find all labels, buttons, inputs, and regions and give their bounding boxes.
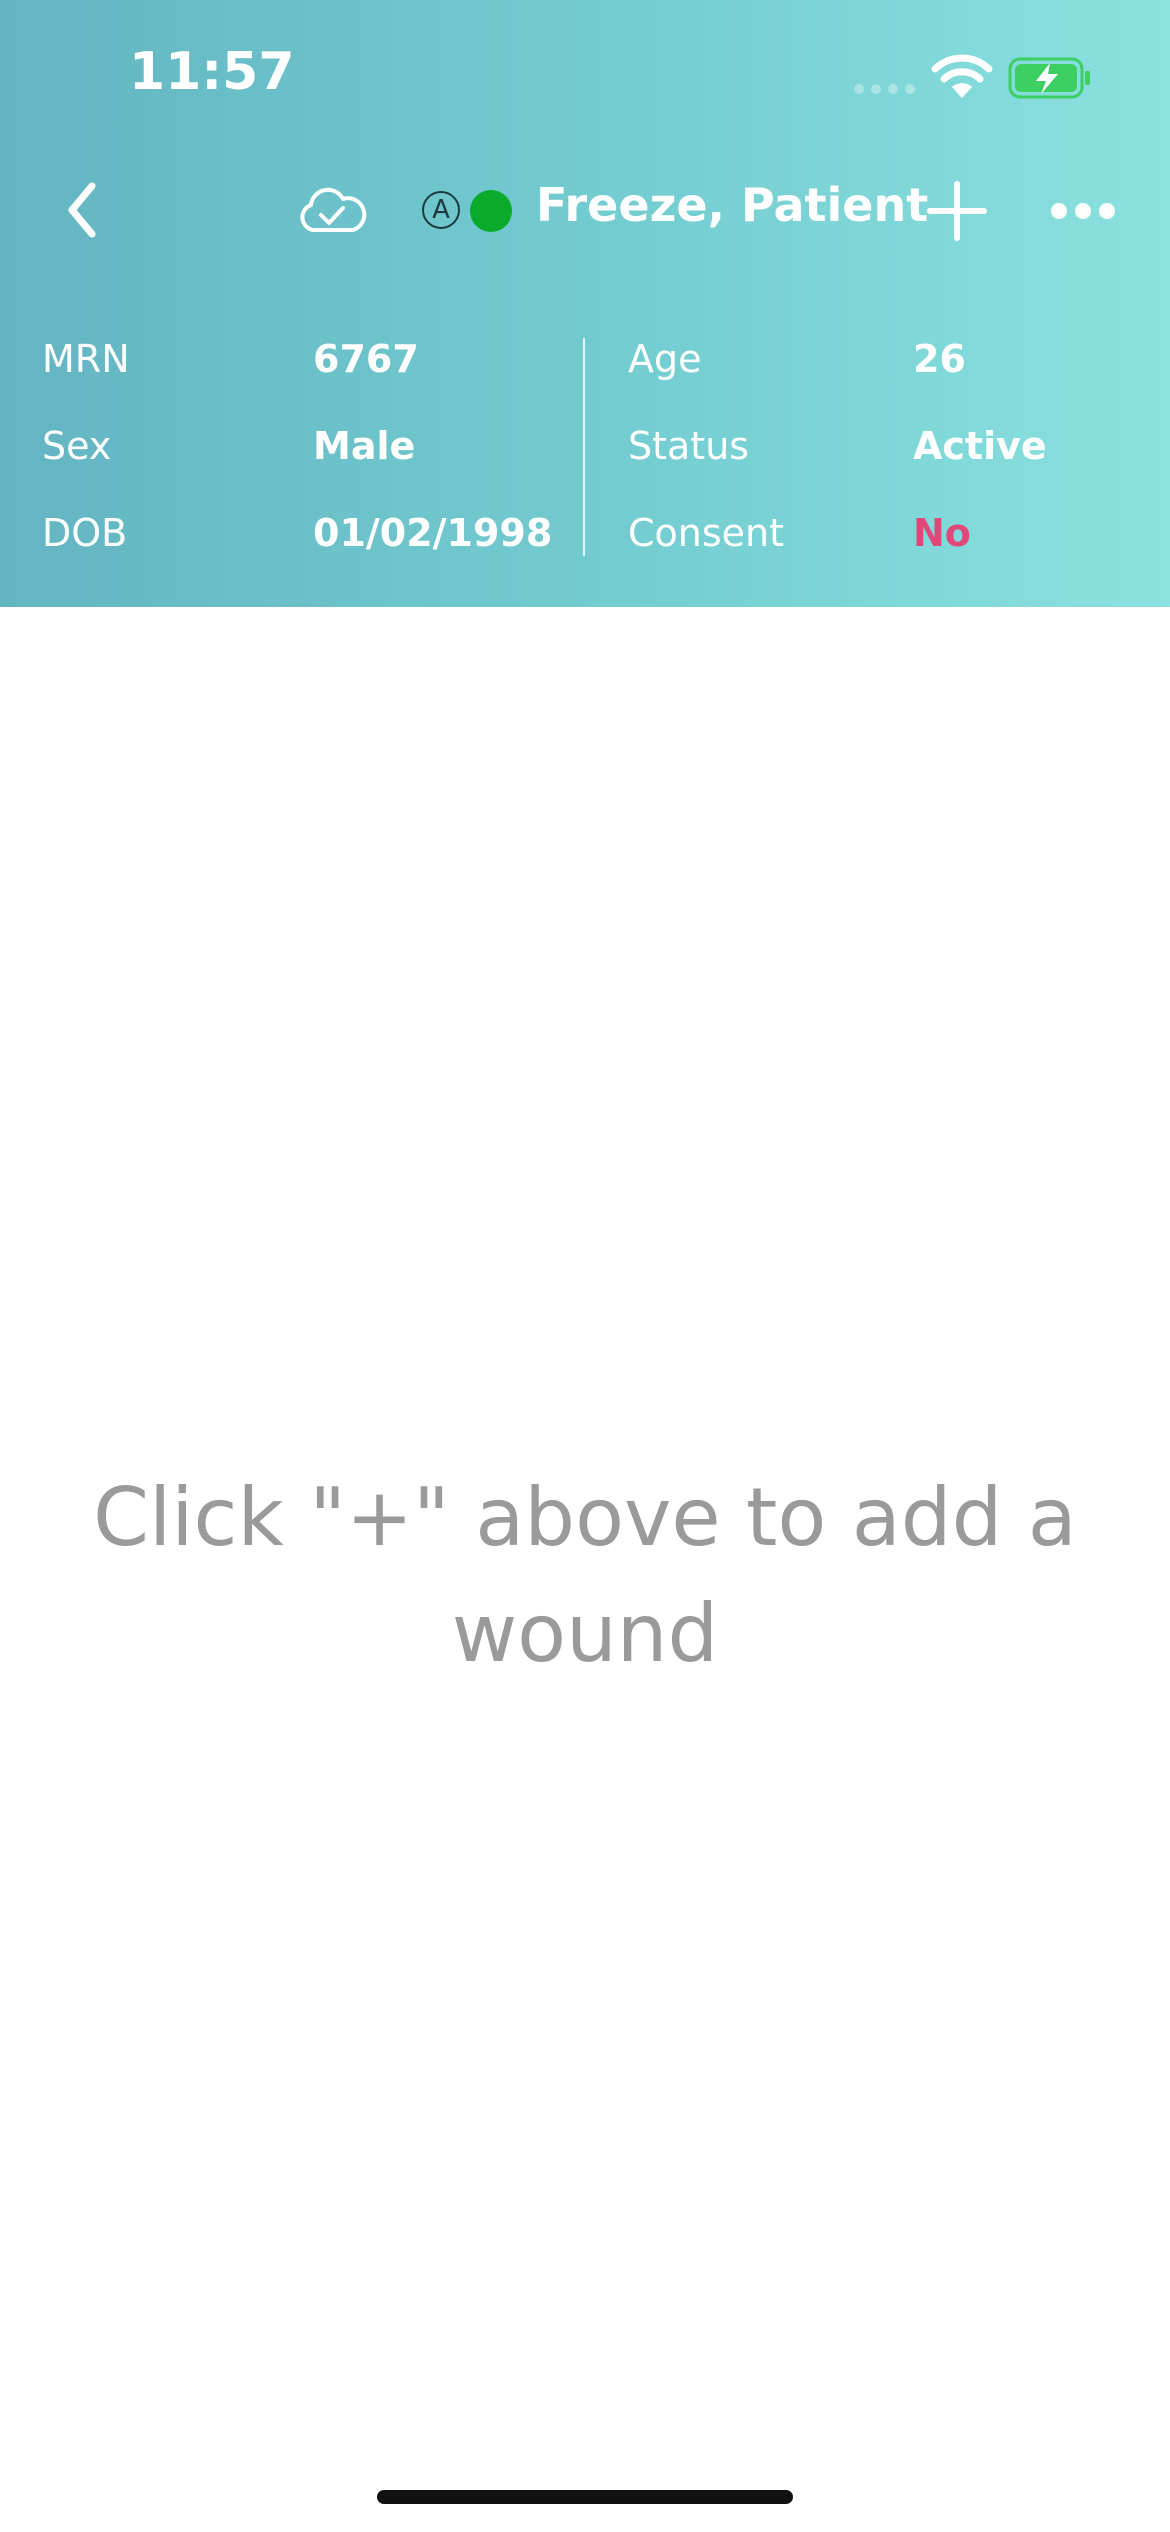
mrn-label: MRN bbox=[42, 337, 130, 381]
wifi-icon bbox=[931, 54, 993, 98]
age-value: 26 bbox=[913, 337, 966, 381]
auto-mode-badge: A bbox=[422, 191, 460, 229]
empty-state-message: Click "+" above to add a wound bbox=[93, 1471, 1077, 1680]
status-value: Active bbox=[913, 424, 1047, 468]
patient-header: 11:57 A Freeze, Patient MRN 6767 Sex Mal… bbox=[0, 0, 1170, 607]
more-options-icon[interactable] bbox=[1050, 201, 1116, 221]
status-bar-time: 11:57 bbox=[129, 42, 295, 102]
dob-value: 01/02/1998 bbox=[313, 511, 553, 555]
online-status-dot bbox=[470, 190, 512, 232]
age-label: Age bbox=[628, 337, 702, 381]
status-label: Status bbox=[628, 424, 750, 468]
dob-label: DOB bbox=[42, 511, 128, 555]
sex-label: Sex bbox=[42, 424, 112, 468]
consent-label: Consent bbox=[628, 511, 785, 555]
mrn-value: 6767 bbox=[313, 337, 419, 381]
patient-name-title[interactable]: Freeze, Patient bbox=[536, 178, 928, 232]
sex-value: Male bbox=[313, 424, 416, 468]
home-indicator[interactable] bbox=[377, 2490, 793, 2504]
add-wound-button[interactable] bbox=[926, 180, 988, 242]
cellular-signal-icon bbox=[854, 84, 915, 94]
info-divider bbox=[583, 338, 585, 556]
consent-value: No bbox=[913, 511, 971, 555]
back-chevron-icon[interactable] bbox=[56, 172, 112, 248]
battery-charging-icon bbox=[1008, 57, 1090, 99]
cloud-sync-icon[interactable] bbox=[297, 180, 367, 240]
